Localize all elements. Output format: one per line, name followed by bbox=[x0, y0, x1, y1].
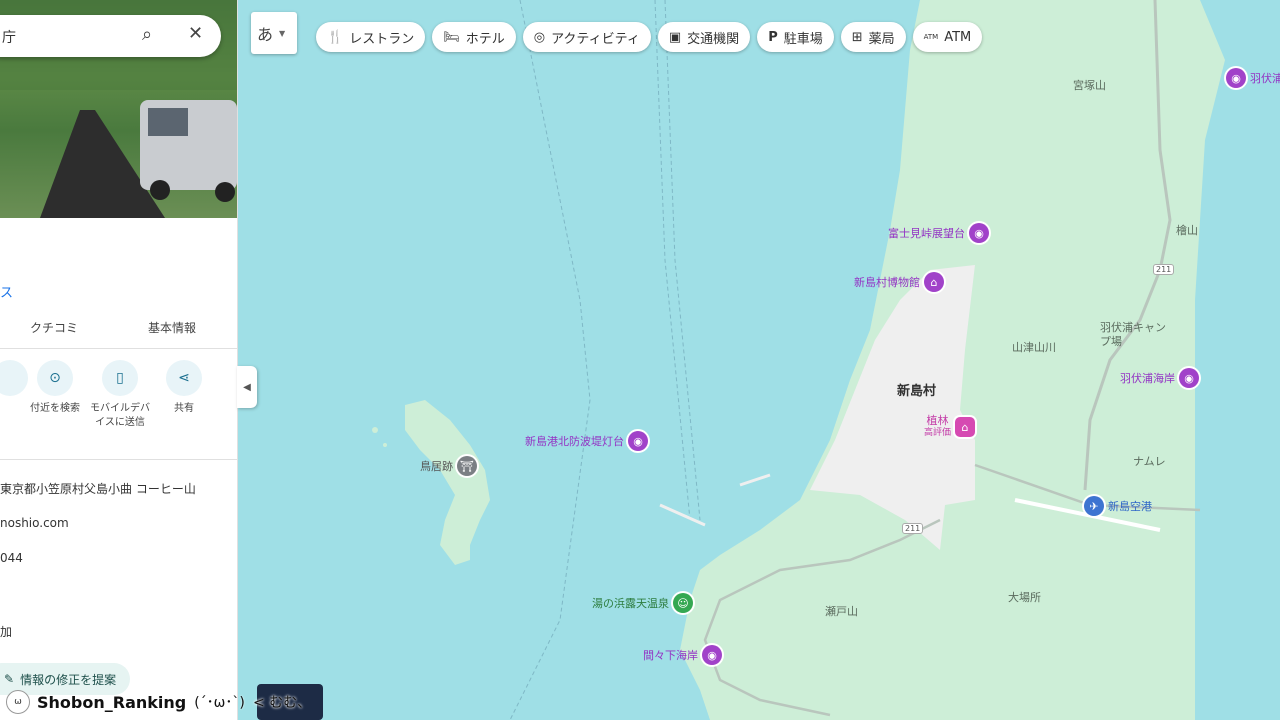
museum-icon: ⌂ bbox=[924, 272, 944, 292]
poi-lighthouse[interactable]: 新島港北防波堤灯台 ◉ bbox=[525, 431, 648, 451]
chip-hotels[interactable]: 🛏 ホテル bbox=[432, 22, 516, 52]
poi-niijima-museum[interactable]: 新島村博物館 ⌂ bbox=[854, 272, 944, 292]
chip-activities[interactable]: ◎ アクティビティ bbox=[522, 22, 651, 52]
poi-fujimi-observatory[interactable]: 富士見峠展望台 ◉ bbox=[888, 223, 989, 243]
collapse-panel-button[interactable]: ◀ bbox=[237, 366, 257, 408]
route-number: 211 bbox=[902, 523, 924, 534]
address-row[interactable]: 東京都小笠原村父島小曲 コーヒー山 bbox=[0, 480, 196, 497]
place-hinokiyama: 檜山 bbox=[1176, 224, 1198, 237]
poi-mamashita-beach[interactable]: 間々下海岸 ◉ bbox=[643, 645, 722, 665]
atm-icon: ATM bbox=[923, 33, 939, 41]
restaurant-icon: 🍴 bbox=[327, 29, 344, 45]
action-search-nearby[interactable]: ⊙ 付近を検索 bbox=[23, 360, 87, 416]
beach-icon: ◉ bbox=[1179, 368, 1199, 388]
town-label: 新島村 bbox=[897, 384, 937, 399]
category-chips: 🍴 レストラン 🛏 ホテル ◎ アクティビティ ▣ 交通機関 P 駐車場 ⊞ 薬… bbox=[316, 22, 983, 52]
beach-icon: ◉ bbox=[702, 645, 722, 665]
place-details-panel: 庁 ⌕ ✕ ス クチコミ 基本情報 ⊙ 付近を検索 ▯ モバイルデバイスに送信 … bbox=[0, 0, 238, 720]
tab-about[interactable]: 基本情報 bbox=[148, 319, 196, 336]
camera-icon: ◎ bbox=[533, 29, 546, 45]
chip-transit[interactable]: ▣ 交通機関 bbox=[657, 22, 751, 52]
viewpoint-icon: ◉ bbox=[969, 223, 989, 243]
chip-restaurants[interactable]: 🍴 レストラン bbox=[316, 22, 426, 52]
directions-link[interactable]: ス bbox=[0, 282, 13, 301]
route-number: 211 bbox=[1153, 264, 1175, 275]
poi-yunohama-onsen[interactable]: 湯の浜露天温泉 ☺ bbox=[592, 593, 693, 613]
panel-tabs: クチコミ 基本情報 bbox=[0, 308, 237, 349]
stream-overlay: ω Shobon_Ranking (´･ω･`) < むむ、 bbox=[0, 684, 323, 720]
search-input[interactable]: 庁 bbox=[2, 27, 16, 47]
poi-habushiura-beach[interactable]: 羽伏浦海岸 ◉ bbox=[1120, 368, 1199, 388]
place-setoyama: 瀬戸山 bbox=[825, 605, 858, 618]
action-send-to-phone[interactable]: ▯ モバイルデバイスに送信 bbox=[88, 360, 152, 430]
close-icon[interactable]: ✕ bbox=[188, 23, 203, 44]
poi-niijima-airport[interactable]: ✈ 新島空港 bbox=[1084, 496, 1152, 516]
phone-row[interactable]: 044 bbox=[0, 551, 23, 565]
share-icon: ⋖ bbox=[166, 360, 202, 396]
divider bbox=[0, 459, 237, 460]
pharmacy-icon: ⊞ bbox=[851, 29, 863, 45]
place-yamatsuyama: 山津山川 bbox=[1012, 341, 1056, 354]
chip-pharmacy[interactable]: ⊞ 薬局 bbox=[840, 22, 906, 52]
website-row[interactable]: noshio.com bbox=[0, 516, 69, 530]
nearby-icon: ⊙ bbox=[37, 360, 73, 396]
caret-down-icon: ▼ bbox=[279, 28, 286, 38]
mobile-icon: ▯ bbox=[102, 360, 138, 396]
tab-reviews[interactable]: クチコミ bbox=[30, 319, 78, 336]
emoticon: (´･ω･`) bbox=[194, 695, 245, 711]
hotel-icon: 🛏 bbox=[443, 29, 460, 45]
search-icon[interactable]: ⌕ bbox=[142, 24, 152, 45]
train-icon: ▣ bbox=[668, 29, 682, 45]
chip-atm[interactable]: ATM ATM bbox=[912, 22, 983, 52]
input-tools-button[interactable]: あ ▼ bbox=[251, 12, 297, 54]
hotel-icon: ⌂ bbox=[955, 417, 976, 437]
onsen-icon: ☺ bbox=[673, 593, 693, 613]
parking-icon: P bbox=[768, 29, 778, 45]
chevron-left-icon: ◀ bbox=[243, 381, 251, 393]
landmark-icon: ◉ bbox=[628, 431, 648, 451]
poi-habushiura[interactable]: ◉ 羽伏浦 bbox=[1226, 68, 1280, 88]
avatar: ω bbox=[6, 690, 30, 714]
place-namure: ナムレ bbox=[1133, 455, 1166, 468]
speech-text: < むむ、 bbox=[253, 695, 312, 711]
place-obasho: 大場所 bbox=[1008, 591, 1041, 604]
place-miyatsukayama: 宮塚山 bbox=[1073, 79, 1106, 92]
add-row[interactable]: 加 bbox=[0, 623, 12, 640]
action-share[interactable]: ⋖ 共有 bbox=[152, 360, 216, 416]
chip-parking[interactable]: P 駐車場 bbox=[757, 22, 834, 52]
beach-icon: ◉ bbox=[1226, 68, 1246, 88]
airplane-icon: ✈ bbox=[1084, 496, 1104, 516]
search-box[interactable]: 庁 ⌕ ✕ bbox=[0, 15, 221, 57]
place-habushi-camp: 羽伏浦キャンプ場 bbox=[1100, 321, 1166, 348]
poi-torii-ruins[interactable]: 鳥居跡 ⛩ bbox=[420, 456, 477, 476]
shrine-icon: ⛩ bbox=[457, 456, 477, 476]
poi-shokurin[interactable]: 植林 高評価 ⌂ bbox=[924, 415, 976, 439]
streamer-name: Shobon_Ranking bbox=[37, 692, 187, 712]
